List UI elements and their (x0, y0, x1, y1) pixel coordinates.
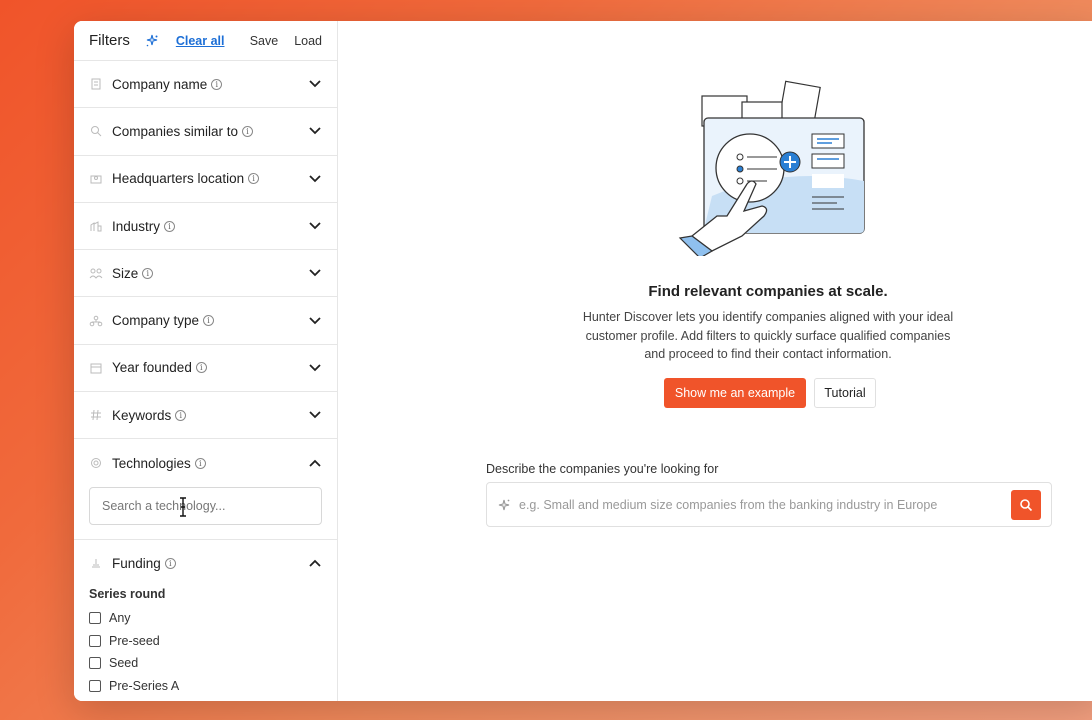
chevron-down-icon[interactable] (308, 77, 322, 91)
filter-label: Company name (112, 76, 208, 92)
show-example-button[interactable]: Show me an example (664, 378, 806, 408)
save-button[interactable]: Save (250, 34, 279, 48)
checkbox-label: Pre-Series A (109, 678, 180, 693)
chevron-up-icon[interactable] (308, 456, 322, 470)
people-icon (89, 266, 103, 280)
hash-icon (89, 408, 103, 422)
info-icon[interactable]: i (195, 362, 207, 374)
chevron-up-icon[interactable] (308, 556, 322, 570)
chevron-down-icon[interactable] (308, 124, 322, 138)
chip-icon (89, 456, 103, 470)
chevron-down-icon[interactable] (308, 361, 322, 375)
checkbox-pre-seed[interactable]: Pre-seed (74, 629, 337, 652)
search-button[interactable] (1011, 489, 1041, 520)
filter-company-name[interactable]: Company name i (74, 61, 337, 109)
filter-industry[interactable]: Industry i (74, 203, 337, 251)
filter-label: Year founded (112, 360, 192, 376)
describe-companies-input[interactable]: e.g. Small and medium size companies fro… (486, 482, 1052, 527)
empty-state-headline: Find relevant companies at scale. (648, 283, 888, 300)
tutorial-button[interactable]: Tutorial (814, 378, 876, 408)
filter-company-type[interactable]: Company type i (74, 297, 337, 345)
filter-size[interactable]: Size i (74, 250, 337, 298)
filter-label: Company type (112, 313, 200, 329)
filter-label: Headquarters location (112, 171, 245, 187)
info-icon[interactable]: i (194, 457, 206, 469)
factory-icon (89, 219, 103, 233)
app-window: Filters Clear all Save Load Company name… (74, 21, 1092, 701)
empty-state-description: Hunter Discover lets you identify compan… (582, 310, 954, 361)
describe-companies-label: Describe the companies you're looking fo… (486, 462, 719, 476)
checkbox-pre-series-a[interactable]: Pre-Series A (74, 674, 337, 697)
filter-label: Keywords (112, 407, 172, 423)
sparkle-icon (498, 499, 510, 510)
text-cursor-icon (180, 496, 186, 517)
info-icon[interactable]: i (175, 409, 187, 421)
filter-funding-block: Funding i Series round Any Pre-seed Seed… (74, 540, 337, 697)
filter-funding[interactable]: Funding i (74, 540, 337, 587)
filter-year-founded[interactable]: Year founded i (74, 345, 337, 393)
checkbox-label: Any (109, 611, 131, 626)
info-icon[interactable]: i (142, 267, 154, 279)
load-button[interactable]: Load (294, 34, 322, 48)
hierarchy-icon (89, 314, 103, 328)
checkbox-seed[interactable]: Seed (74, 652, 337, 675)
info-icon[interactable]: i (211, 78, 223, 90)
checkbox-label: Seed (109, 656, 139, 671)
chevron-down-icon[interactable] (308, 266, 322, 280)
filters-title: Filters (89, 32, 130, 49)
filter-headquarters-location[interactable]: Headquarters location i (74, 156, 337, 203)
search-icon (89, 124, 103, 138)
filter-keywords[interactable]: Keywords i (74, 392, 337, 440)
filters-sidebar: Filters Clear all Save Load Company name… (74, 21, 338, 701)
filter-label: Industry (112, 218, 161, 234)
checkbox[interactable] (89, 657, 101, 670)
describe-placeholder: e.g. Small and medium size companies fro… (519, 497, 938, 512)
filter-technologies-block: Technologies i Search a technology... (74, 439, 337, 540)
info-icon[interactable]: i (164, 557, 176, 569)
info-icon[interactable]: i (164, 220, 176, 232)
building-icon (89, 77, 103, 91)
filter-label: Companies similar to (112, 123, 239, 139)
sparkle-icon[interactable] (144, 33, 160, 49)
empty-state-actions: Show me an example Tutorial (664, 378, 876, 408)
search-icon (1020, 498, 1033, 511)
series-round-label: Series round (89, 586, 166, 601)
checkbox-label: Pre-seed (109, 633, 160, 648)
technology-search-placeholder: Search a technology... (102, 498, 226, 513)
filter-label: Funding (112, 555, 161, 571)
chevron-down-icon[interactable] (308, 314, 322, 328)
filter-label: Technologies (112, 455, 191, 471)
chevron-down-icon[interactable] (308, 219, 322, 233)
checkbox[interactable] (89, 612, 101, 625)
chevron-down-icon[interactable] (308, 172, 322, 186)
info-icon[interactable]: i (242, 125, 254, 137)
info-icon[interactable]: i (248, 173, 260, 185)
checkbox-any[interactable]: Any (74, 607, 337, 630)
discover-illustration (678, 80, 865, 256)
filters-header: Filters Clear all Save Load (74, 21, 337, 61)
filter-technologies[interactable]: Technologies i (74, 439, 337, 486)
filter-label: Size (112, 265, 139, 281)
main-content: Find relevant companies at scale. Hunter… (338, 21, 1092, 701)
checkbox[interactable] (89, 679, 101, 692)
filter-companies-similar[interactable]: Companies similar to i (74, 108, 337, 156)
clear-all-link[interactable]: Clear all (176, 34, 225, 48)
coins-icon (89, 556, 103, 570)
checkbox[interactable] (89, 634, 101, 647)
chevron-down-icon[interactable] (308, 408, 322, 422)
calendar-icon (89, 361, 103, 375)
technology-search-input[interactable]: Search a technology... (89, 486, 322, 525)
info-icon[interactable]: i (203, 315, 215, 327)
map-icon (89, 172, 103, 186)
